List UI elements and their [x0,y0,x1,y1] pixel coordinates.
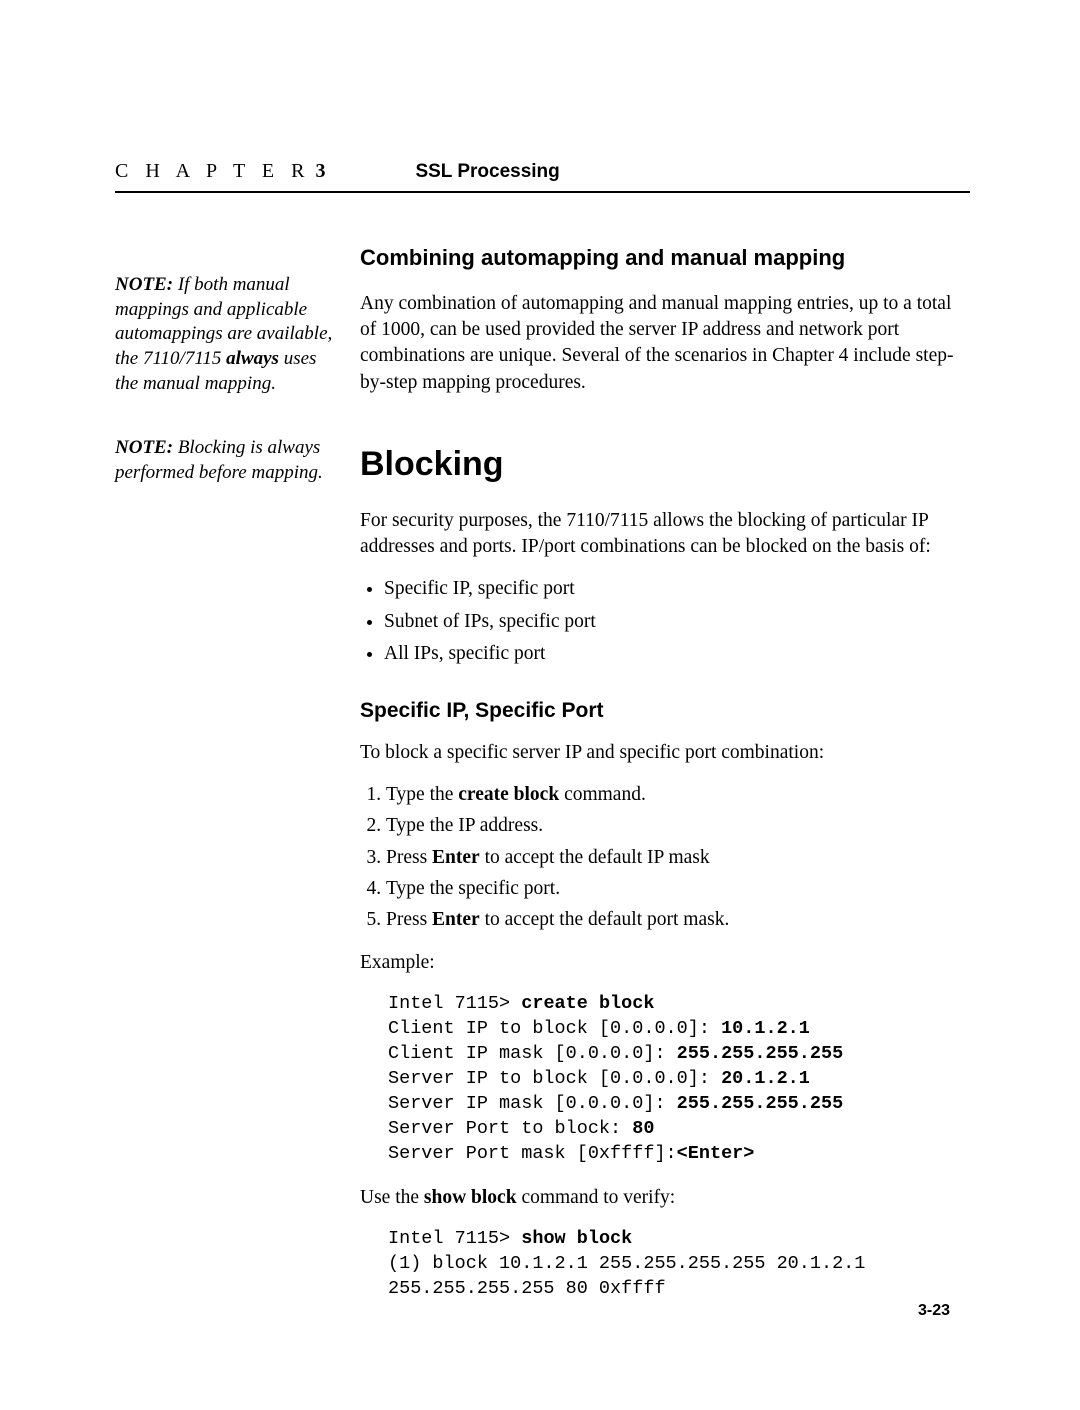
code-text: Server IP to block [0.0.0.0]: [388,1068,721,1089]
code-bold: 255.255.255.255 [677,1093,844,1114]
list-item: Type the specific port. [386,876,970,902]
step-text: Type the [386,784,458,805]
code-text: 255.255.255.255 80 0xffff [388,1278,666,1299]
step-text: Press [386,909,432,930]
code-text: Intel 7115> [388,1228,521,1249]
code-bold: 20.1.2.1 [721,1068,810,1089]
sidebar: NOTE: If both manual mappings and applic… [115,243,360,1320]
code-example-show-block: Intel 7115> show block (1) block 10.1.2.… [388,1227,970,1302]
numbered-steps: Type the create block command. Type the … [360,782,970,934]
note-label: NOTE: [115,274,173,295]
list-item: Press Enter to accept the default IP mas… [386,845,970,871]
code-text: Server Port mask [0xffff]: [388,1143,677,1164]
bullet-list: Specific IP, specific port Subnet of IPs… [360,576,970,667]
code-text: Intel 7115> [388,993,521,1014]
text: Use the [360,1187,424,1208]
code-text: Server Port to block: [388,1118,632,1139]
page-number: 3-23 [918,1302,950,1320]
section-heading-combining: Combining automapping and manual mapping [360,243,970,273]
code-bold: 255.255.255.255 [677,1043,844,1064]
code-text: Server IP mask [0.0.0.0]: [388,1093,677,1114]
list-item: Press Enter to accept the default port m… [386,907,970,933]
running-header: C H A P T E R 3 SSL Processing [115,160,970,193]
step-command: create block [458,784,559,805]
code-bold: show block [521,1228,632,1249]
paragraph: To block a specific server IP and specif… [360,740,970,766]
code-bold: create block [521,993,654,1014]
note-label: NOTE: [115,437,173,458]
page: C H A P T E R 3 SSL Processing NOTE: If … [0,0,1080,1410]
paragraph: For security purposes, the 7110/7115 all… [360,508,970,561]
margin-note-1: NOTE: If both manual mappings and applic… [115,273,360,396]
margin-note-2: NOTE: Blocking is always performed befor… [115,436,360,485]
list-item: All IPs, specific port [384,641,970,667]
paragraph: Use the show block command to verify: [360,1185,970,1211]
list-item: Type the create block command. [386,782,970,808]
chapter-label-block: C H A P T E R 3 [115,160,325,183]
paragraph-example-label: Example: [360,950,970,976]
content-columns: NOTE: If both manual mappings and applic… [115,243,970,1320]
step-text: to accept the default IP mask [480,847,710,868]
heading-blocking: Blocking [360,442,970,488]
code-bold: <Enter> [677,1143,755,1164]
list-item: Specific IP, specific port [384,576,970,602]
text: command to verify: [517,1187,676,1208]
chapter-number: 3 [315,160,325,182]
subheading-specific-ip-port: Specific IP, Specific Port [360,697,970,725]
code-bold: 80 [632,1118,654,1139]
step-text: command. [559,784,646,805]
note-bold-word: always [226,348,279,369]
step-text: Press [386,847,432,868]
code-bold: 10.1.2.1 [721,1018,810,1039]
chapter-title: SSL Processing [415,161,559,183]
step-command: Enter [432,847,480,868]
paragraph: Any combination of automapping and manua… [360,291,970,396]
chapter-label: C H A P T E R [115,160,310,182]
command-bold: show block [424,1187,517,1208]
main-column: Combining automapping and manual mapping… [360,243,970,1320]
code-example-create-block: Intel 7115> create block Client IP to bl… [388,992,970,1167]
step-command: Enter [432,909,480,930]
list-item: Type the IP address. [386,813,970,839]
list-item: Subnet of IPs, specific port [384,609,970,635]
code-text: (1) block 10.1.2.1 255.255.255.255 20.1.… [388,1253,865,1274]
code-text: Client IP to block [0.0.0.0]: [388,1018,721,1039]
step-text: to accept the default port mask. [480,909,730,930]
code-text: Client IP mask [0.0.0.0]: [388,1043,677,1064]
